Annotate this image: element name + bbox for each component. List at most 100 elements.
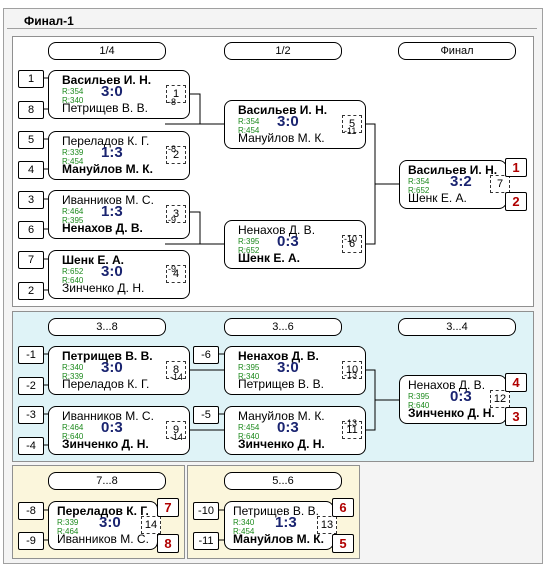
match-card[interactable]: Мануйлов М. К. R:454 R:640 0:3 11 Зинчен… <box>224 406 366 455</box>
round-header-places-3-6: 3...6 <box>224 318 342 336</box>
match-score: 0:3 <box>450 388 472 405</box>
round-header-places-3-4: 3...4 <box>398 318 516 336</box>
place-badge: 3 <box>505 407 527 426</box>
round-header-places-5-6: 5...6 <box>224 472 342 490</box>
match-card[interactable]: Ненахов Д. В. R:395 R:652 0:3 6 Шенк Е. … <box>224 220 366 269</box>
player-rating: R:340 <box>233 518 255 527</box>
player-name: Ненахов Д. В. <box>408 378 486 392</box>
match-score: 0:3 <box>101 419 123 436</box>
loser-destination: -8 <box>168 144 177 154</box>
player-rating: R:395 <box>238 363 260 372</box>
loser-destination: -8 <box>168 97 177 107</box>
seed-box: 5 <box>18 131 44 149</box>
match-number: 7 <box>490 175 510 193</box>
match-score: 3:0 <box>101 83 123 100</box>
loser-destination: -13 <box>344 370 358 380</box>
match-score: 1:3 <box>101 203 123 220</box>
match-score: 0:3 <box>277 419 299 436</box>
player-name: Зинченко Д. Н. <box>408 406 495 420</box>
seed-box: -4 <box>18 437 44 455</box>
match-card[interactable]: Васильев И. Н. R:354 R:340 3:0 1 Петрище… <box>48 70 190 119</box>
player-name: Зинченко Д. Н. <box>62 281 145 295</box>
player-rating: R:464 <box>62 207 84 216</box>
place-badge: 7 <box>157 498 179 517</box>
player-rating: R:340 <box>62 363 84 372</box>
player-rating: R:354 <box>238 117 260 126</box>
place-badge: 2 <box>505 192 527 211</box>
player-name: Шенк Е. А. <box>238 251 300 265</box>
player-name: Иванников М. С. <box>57 532 149 546</box>
match-score: 3:0 <box>277 359 299 376</box>
loser-destination: -9 <box>168 215 177 225</box>
player-name: Мануйлов М. К. <box>238 131 325 145</box>
seed-box: 8 <box>18 101 44 119</box>
seed-box: -3 <box>18 406 44 424</box>
seed-box: 7 <box>18 251 44 269</box>
round-header-places-7-8: 7...8 <box>48 472 166 490</box>
player-name: Мануйлов М. К. <box>62 162 153 176</box>
round-header-final: Финал <box>398 42 516 60</box>
loser-destination: -9 <box>168 264 177 274</box>
seed-box: -5 <box>193 406 219 424</box>
place-badge: 8 <box>157 534 179 553</box>
player-rating: R:652 <box>62 267 84 276</box>
match-card[interactable]: Петрищев В. В. R:340 R:454 1:3 13 Мануйл… <box>224 501 337 550</box>
round-header-quarterfinal: 1/4 <box>48 42 166 60</box>
place-badge: 6 <box>332 498 354 517</box>
loser-destination: -13 <box>344 418 358 428</box>
seed-box: 1 <box>18 70 44 88</box>
match-score: 3:0 <box>101 359 123 376</box>
match-score: 3:2 <box>450 173 472 190</box>
seed-box: 3 <box>18 191 44 209</box>
player-rating: R:339 <box>62 148 84 157</box>
loser-destination: -10 <box>344 234 358 244</box>
match-score: 1:3 <box>101 144 123 161</box>
loser-destination: -14 <box>170 432 184 442</box>
match-card[interactable]: Переладов К. Г. R:339 R:454 1:3 2 Мануйл… <box>48 131 190 180</box>
match-score: 1:3 <box>275 514 297 531</box>
player-rating: R:454 <box>238 423 260 432</box>
seed-box: -11 <box>193 532 219 550</box>
match-score: 0:3 <box>277 233 299 250</box>
place-badge: 4 <box>505 373 527 392</box>
match-card[interactable]: Васильев И. Н. R:354 R:454 3:0 5 Мануйло… <box>224 100 366 149</box>
match-card[interactable]: Шенк Е. А. R:652 R:640 3:0 4 Зинченко Д.… <box>48 250 190 299</box>
round-header-semifinal: 1/2 <box>224 42 342 60</box>
seed-box: 4 <box>18 161 44 179</box>
seed-box: -2 <box>18 377 44 395</box>
player-rating: R:354 <box>408 177 430 186</box>
seed-box: 2 <box>18 282 44 300</box>
player-name: Шенк Е. А. <box>408 191 467 205</box>
loser-destination: -14 <box>170 372 184 382</box>
seed-box: -6 <box>193 346 219 364</box>
player-name: Зинченко Д. Н. <box>62 437 149 451</box>
player-name: Петрищев В. В. <box>238 377 324 391</box>
match-card[interactable]: Ненахов Д. В. R:395 R:640 0:3 12 Зинченк… <box>399 375 510 424</box>
match-card[interactable]: Иванников М. С. R:464 R:640 0:3 9 Зинчен… <box>48 406 190 455</box>
place-badge: 5 <box>332 534 354 553</box>
player-name: Переладов К. Г. <box>62 377 150 391</box>
player-name: Зинченко Д. Н. <box>238 437 325 451</box>
player-rating: R:339 <box>57 518 79 527</box>
seed-box: 6 <box>18 221 44 239</box>
loser-destination: -11 <box>344 126 357 136</box>
player-name: Мануйлов М. К. <box>233 532 324 546</box>
player-name: Петрищев В. В. <box>62 101 148 115</box>
match-score: 3:0 <box>99 514 121 531</box>
match-score: 3:0 <box>101 263 123 280</box>
match-score: 3:0 <box>277 113 299 130</box>
match-card[interactable]: Переладов К. Г. R:339 R:464 3:0 14 Иванн… <box>48 501 161 550</box>
match-card[interactable]: Васильев И. Н. R:354 R:652 3:2 7 Шенк Е.… <box>399 160 510 209</box>
seed-box: -1 <box>18 346 44 364</box>
player-rating: R:395 <box>408 392 430 401</box>
seed-box: -8 <box>18 502 44 520</box>
round-header-places-3-8: 3...8 <box>48 318 166 336</box>
seed-box: -10 <box>193 502 219 520</box>
player-rating: R:395 <box>238 237 260 246</box>
player-rating: R:354 <box>62 87 84 96</box>
match-card[interactable]: Петрищев В. В. R:340 R:339 3:0 8 Перелад… <box>48 346 190 395</box>
player-rating: R:464 <box>62 423 84 432</box>
seed-box: -9 <box>18 532 44 550</box>
place-badge: 1 <box>505 158 527 177</box>
player-name: Ненахов Д. В. <box>62 221 143 235</box>
